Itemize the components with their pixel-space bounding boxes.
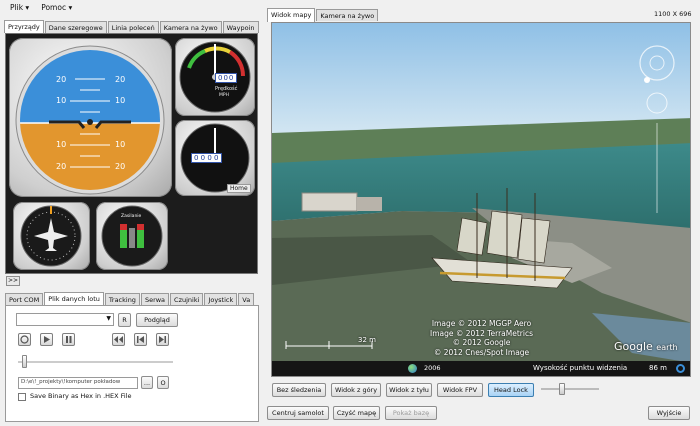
browse-button[interactable]: ... — [141, 376, 153, 389]
attribution-line: © 2012 Cnes/Spot Image — [433, 347, 530, 357]
tab-port-com[interactable]: Port COM — [5, 293, 44, 305]
slider-thumb[interactable] — [22, 355, 27, 368]
zasilanie-label: Zasilanie — [121, 214, 142, 219]
power-gauge: Zasilanie — [96, 202, 168, 270]
preview-button[interactable]: Podgląd — [136, 313, 178, 327]
exit-button[interactable]: Wyjście — [648, 406, 690, 420]
flight-file-panel: ▼ R Podgląd D:\e\!_projekty\!komputer po… — [5, 305, 259, 422]
tab-joystick[interactable]: Joystick — [204, 293, 238, 305]
o-button[interactable]: O — [157, 376, 169, 389]
pitch-label-20-top-r: 20 — [115, 75, 126, 84]
heading-indicator — [13, 202, 90, 270]
clear-map-button[interactable]: Czyść mapę — [333, 406, 380, 420]
head-lock-button[interactable]: Head Lock — [488, 383, 534, 397]
power-svg — [101, 205, 163, 267]
flight-tabs: Port COM Plik danych lotu Tracking Serwa… — [5, 291, 259, 305]
pitch-label-20-bottom-r: 20 — [115, 162, 126, 171]
horizon-svg — [15, 45, 165, 195]
map-status-bar: 2006 Wysokość punktu widzenia 86 m — [272, 361, 690, 376]
airspeed-gauge: 000 Prędkość MPH — [175, 38, 255, 116]
speed-label: Prędkość — [215, 86, 238, 92]
step-forward-icon[interactable] — [156, 333, 169, 346]
streaming-icon — [676, 364, 685, 373]
altimeter-readout: 0 0 0 0 — [191, 153, 222, 163]
eye-alt-label: Wysokość punktu widzenia — [533, 364, 628, 372]
year-label: 2006 — [424, 364, 441, 372]
file-select[interactable]: ▼ — [16, 313, 114, 326]
eye-alt-value: 86 m — [649, 364, 667, 372]
chevron-down-icon: ▼ — [106, 315, 111, 322]
logo-google: Google — [614, 340, 653, 353]
play-icon[interactable] — [40, 333, 53, 346]
tab-va[interactable]: Va — [238, 293, 255, 305]
tab-kamera[interactable]: Kamera na żywo — [159, 21, 222, 33]
speed-readout: 000 — [215, 73, 238, 83]
tab-czujniki[interactable]: Czujniki — [170, 293, 204, 305]
center-plane-button[interactable]: Centruj samolot — [267, 406, 329, 420]
google-earth-logo: Google earth — [614, 340, 678, 353]
map-attribution: Image © 2012 MGGP Aero Image © 2012 Terr… — [430, 319, 533, 357]
heading-svg — [20, 205, 82, 267]
zoom-slider[interactable] — [541, 383, 599, 395]
home-label[interactable]: Home — [227, 184, 251, 193]
instrument-panel: 20 20 10 10 10 10 20 20 000 Prędkość MPH… — [5, 33, 258, 274]
attitude-indicator: 20 20 10 10 10 10 20 20 — [9, 38, 172, 197]
tab-przyrzady[interactable]: Przyrządy — [4, 20, 44, 33]
path-field[interactable]: D:\e\!_projekty\!komputer pokładow — [18, 377, 138, 389]
tab-waypoint[interactable]: Waypoin — [222, 21, 259, 33]
map-view[interactable]: Image © 2012 MGGP Aero Image © 2012 Terr… — [271, 22, 691, 377]
pitch-label-20-top: 20 — [56, 75, 67, 84]
record-icon[interactable] — [18, 333, 31, 346]
r-button[interactable]: R — [118, 313, 131, 327]
pause-icon[interactable] — [62, 333, 75, 346]
pitch-label-10-top: 10 — [56, 96, 67, 105]
pitch-label-10-top-r: 10 — [115, 96, 126, 105]
view-tabs: Widok mapy Kamera na żywo — [267, 7, 467, 22]
show-base-button[interactable]: Pokaż bazę — [385, 406, 437, 420]
tab-serwa[interactable]: Serwa — [140, 293, 170, 305]
tab-dane-szeregowe[interactable]: Dane szeregowe — [44, 21, 107, 33]
menu-pomoc[interactable]: Pomoc ▾ — [41, 3, 72, 12]
tab-linia-polecen[interactable]: Linia poleceń — [107, 21, 159, 33]
pitch-label-10-bottom-r: 10 — [115, 140, 126, 149]
instrument-tabs: Przyrządy Dane szeregowe Linia poleceń K… — [4, 19, 259, 33]
slider-track — [18, 361, 173, 363]
menu-plik[interactable]: Plik ▾ — [10, 3, 29, 12]
zoom-slider-track — [541, 388, 599, 390]
logo-earth: earth — [656, 343, 678, 352]
no-tracking-button[interactable]: Bez śledzenia — [272, 383, 326, 397]
tab-widok-mapy[interactable]: Widok mapy — [267, 8, 316, 22]
attribution-line: © 2012 Google — [452, 338, 511, 347]
pitch-label-10-bottom: 10 — [56, 140, 67, 149]
rear-view-button[interactable]: Widok z tyłu — [386, 383, 432, 397]
expand-button[interactable]: >> — [6, 276, 20, 286]
attribution-line: Image © 2012 MGGP Aero — [431, 319, 532, 328]
tab-kamera-na-zywo[interactable]: Kamera na żywo — [316, 9, 379, 21]
fpv-view-button[interactable]: Widok FPV — [437, 383, 483, 397]
pitch-label-20-bottom: 20 — [56, 162, 67, 171]
step-back-icon[interactable] — [134, 333, 147, 346]
attribution-line: Image © 2012 TerraMetrics — [430, 328, 534, 338]
speed-unit: MPH — [219, 93, 229, 98]
tab-plik-danych[interactable]: Plik danych lotu — [44, 292, 104, 305]
save-binary-label: Save Binary as Hex in .HEX File — [30, 392, 132, 400]
globe-icon — [408, 364, 417, 373]
tab-tracking[interactable]: Tracking — [104, 293, 140, 305]
rewind-icon[interactable] — [112, 333, 125, 346]
top-view-button[interactable]: Widok z góry — [331, 383, 381, 397]
resolution-label: 1100 X 696 — [654, 10, 692, 18]
scale-label: 32 m — [358, 336, 376, 344]
zoom-slider-thumb[interactable] — [559, 383, 565, 395]
save-binary-checkbox[interactable] — [18, 393, 26, 401]
playback-slider[interactable] — [18, 355, 173, 368]
